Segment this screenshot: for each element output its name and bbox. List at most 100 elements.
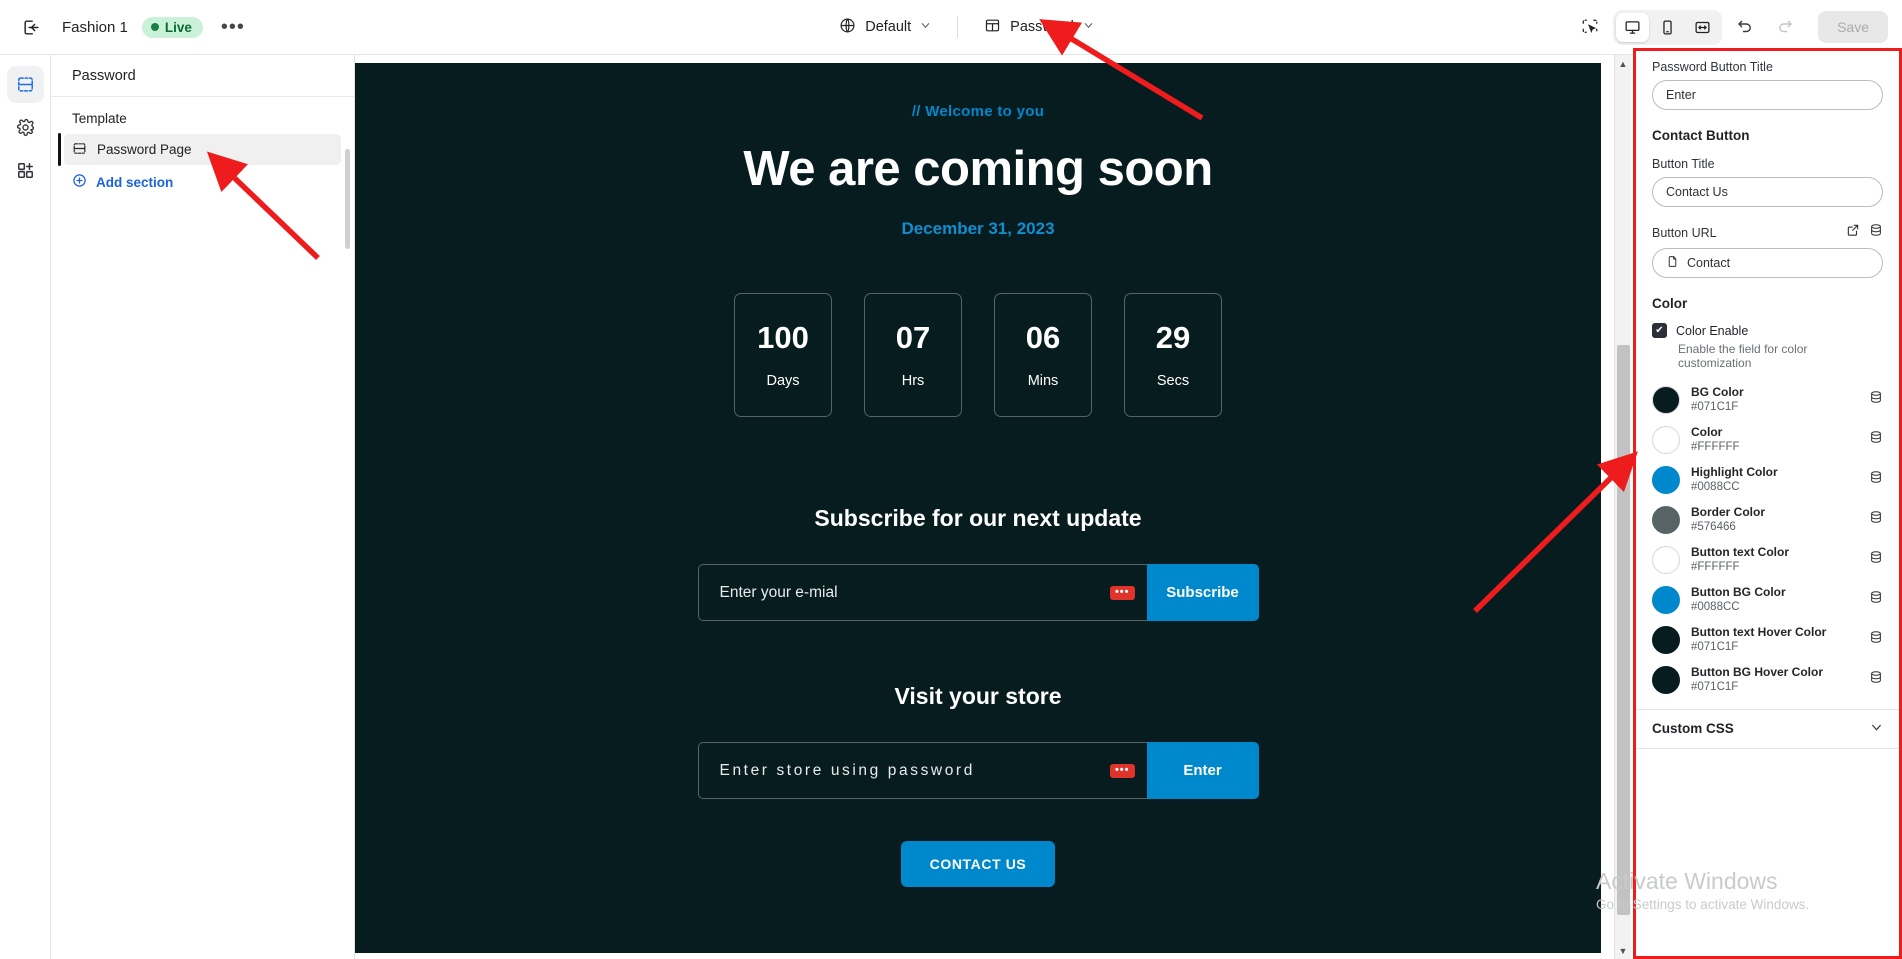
right-settings-panel: Password Button Title Enter Contact Butt… bbox=[1633, 48, 1902, 959]
database-icon[interactable] bbox=[1869, 670, 1883, 689]
color-text: Button BG Hover Color #071C1F bbox=[1691, 665, 1858, 695]
color-row-button-text-color[interactable]: Button text Color #FFFFFF bbox=[1652, 540, 1883, 580]
database-icon[interactable] bbox=[1869, 550, 1883, 569]
database-icon[interactable] bbox=[1869, 630, 1883, 649]
database-icon[interactable] bbox=[1869, 223, 1883, 242]
color-enable-row[interactable]: ✔ Color Enable bbox=[1652, 323, 1883, 338]
color-text: Border Color #576466 bbox=[1691, 505, 1858, 535]
store-edit-marker[interactable]: ••• bbox=[1109, 763, 1135, 778]
page-icon bbox=[984, 17, 1001, 38]
canvas-scrollbar-thumb[interactable] bbox=[1617, 345, 1630, 915]
color-section-title: Color bbox=[1652, 296, 1688, 311]
toolbar-left-group: Fashion 1 Live ••• bbox=[0, 10, 360, 44]
preview-date: December 31, 2023 bbox=[901, 219, 1055, 238]
color-row-button-bg-color[interactable]: Button BG Color #0088CC bbox=[1652, 580, 1883, 620]
left-panel-header: Password bbox=[51, 55, 354, 97]
right-panel-content: Password Button Title Enter Contact Butt… bbox=[1636, 51, 1899, 700]
custom-css-accordion[interactable]: Custom CSS bbox=[1636, 710, 1899, 748]
color-hex: #576466 bbox=[1691, 520, 1736, 533]
color-name: Button BG Color bbox=[1691, 584, 1786, 599]
color-swatch[interactable] bbox=[1652, 665, 1680, 694]
countdown-label: Mins bbox=[1027, 372, 1059, 389]
toolbar-right-group: Save bbox=[1573, 9, 1902, 45]
countdown-label: Hrs bbox=[901, 372, 925, 389]
app-root: Fashion 1 Live ••• Default Password Save… bbox=[0, 0, 1902, 959]
countdown-item-hrs: 07 Hrs bbox=[864, 293, 962, 417]
color-swatch[interactable] bbox=[1652, 585, 1680, 614]
password-button-title-input[interactable]: Enter bbox=[1652, 80, 1883, 110]
button-title-input[interactable]: Contact Us bbox=[1652, 177, 1883, 207]
color-row-button-bg-hover-color[interactable]: Button BG Hover Color #071C1F bbox=[1652, 660, 1883, 700]
rail-item-settings[interactable] bbox=[7, 109, 44, 146]
add-section-label: Add section bbox=[96, 174, 174, 190]
color-row-border-color[interactable]: Border Color #576466 bbox=[1652, 500, 1883, 540]
database-icon[interactable] bbox=[1869, 430, 1883, 449]
database-icon[interactable] bbox=[1869, 390, 1883, 409]
section-icon bbox=[72, 141, 87, 159]
database-icon[interactable] bbox=[1869, 470, 1883, 489]
database-icon[interactable] bbox=[1869, 590, 1883, 609]
rail-item-apps[interactable] bbox=[7, 152, 44, 189]
countdown-label: Days bbox=[766, 372, 800, 389]
color-swatch[interactable] bbox=[1652, 545, 1680, 574]
select-inspect-icon[interactable] bbox=[1573, 10, 1607, 44]
color-row-color[interactable]: Color #FFFFFF bbox=[1652, 420, 1883, 460]
countdown-value: 29 bbox=[1155, 319, 1191, 355]
color-row-bg-color[interactable]: BG Color #071C1F bbox=[1652, 380, 1883, 420]
device-mobile-button[interactable] bbox=[1651, 13, 1684, 42]
contact-us-button[interactable]: CONTACT US bbox=[900, 841, 1056, 887]
chevron-down-icon bbox=[1870, 721, 1883, 737]
color-row-highlight-color[interactable]: Highlight Color #0088CC bbox=[1652, 460, 1883, 500]
preview-kicker: // Welcome to you bbox=[911, 103, 1045, 120]
live-dot-icon bbox=[150, 23, 159, 31]
countdown-label: Secs bbox=[1156, 372, 1190, 389]
color-swatch[interactable] bbox=[1652, 425, 1680, 454]
page-selector-label: Password bbox=[1010, 19, 1074, 35]
left-panel-scrollbar-thumb[interactable] bbox=[345, 149, 350, 249]
color-enable-checkbox[interactable]: ✔ bbox=[1652, 323, 1667, 338]
password-page-preview: // Welcome to you We are coming soon Dec… bbox=[355, 63, 1601, 887]
color-hex: #0088CC bbox=[1691, 600, 1740, 613]
contact-button-section-title: Contact Button bbox=[1652, 128, 1750, 143]
rail-item-sections[interactable] bbox=[6, 66, 44, 103]
save-button[interactable]: Save bbox=[1818, 11, 1888, 43]
canvas-scrollbar[interactable]: ▲ ▼ bbox=[1614, 55, 1631, 959]
color-swatch[interactable] bbox=[1652, 385, 1680, 414]
subscribe-email-input[interactable]: Enter your e-mial ••• bbox=[697, 564, 1147, 621]
more-options-button[interactable]: ••• bbox=[217, 17, 249, 37]
subscribe-button[interactable]: Subscribe bbox=[1146, 564, 1259, 621]
subscribe-block: Subscribe for our next update Enter your… bbox=[355, 505, 1601, 621]
custom-css-label: Custom CSS bbox=[1652, 721, 1734, 736]
chevron-down-icon bbox=[920, 19, 931, 35]
left-icon-rail bbox=[0, 55, 51, 959]
locale-selector[interactable]: Default bbox=[827, 11, 943, 44]
subscribe-edit-marker[interactable]: ••• bbox=[1109, 585, 1135, 600]
button-title-value: Contact Us bbox=[1666, 185, 1728, 199]
color-text: BG Color #071C1F bbox=[1691, 385, 1858, 415]
page-selector[interactable]: Password bbox=[972, 11, 1106, 44]
add-section-button[interactable]: Add section bbox=[64, 167, 341, 197]
scroll-up-arrow-icon[interactable]: ▲ bbox=[1615, 55, 1632, 72]
scroll-down-arrow-icon[interactable]: ▼ bbox=[1615, 942, 1632, 959]
device-desktop-button[interactable] bbox=[1616, 12, 1650, 42]
globe-icon bbox=[839, 17, 856, 38]
database-icon[interactable] bbox=[1869, 510, 1883, 529]
template-group-label: Template bbox=[72, 111, 127, 126]
store-enter-button[interactable]: Enter bbox=[1146, 742, 1259, 799]
sidebar-item-password-page[interactable]: Password Page bbox=[58, 133, 341, 166]
external-link-icon[interactable] bbox=[1846, 223, 1860, 242]
store-block: Visit your store Enter store using passw… bbox=[355, 683, 1601, 799]
color-hex: #071C1F bbox=[1691, 680, 1739, 693]
color-swatch[interactable] bbox=[1652, 625, 1680, 654]
sidebar-item-label: Password Page bbox=[97, 142, 192, 157]
undo-icon[interactable] bbox=[1728, 10, 1762, 44]
button-url-input[interactable]: Contact bbox=[1652, 248, 1883, 278]
top-toolbar: Fashion 1 Live ••• Default Password Save bbox=[0, 0, 1902, 55]
color-row-button-text-hover-color[interactable]: Button text Hover Color #071C1F bbox=[1652, 620, 1883, 660]
preview-canvas: // Welcome to you We are coming soon Dec… bbox=[355, 63, 1601, 953]
color-swatch[interactable] bbox=[1652, 505, 1680, 534]
color-swatch[interactable] bbox=[1652, 465, 1680, 494]
device-fullwidth-button[interactable] bbox=[1686, 13, 1719, 42]
store-password-input[interactable]: Enter store using password ••• bbox=[697, 742, 1147, 799]
exit-icon[interactable] bbox=[14, 10, 48, 44]
